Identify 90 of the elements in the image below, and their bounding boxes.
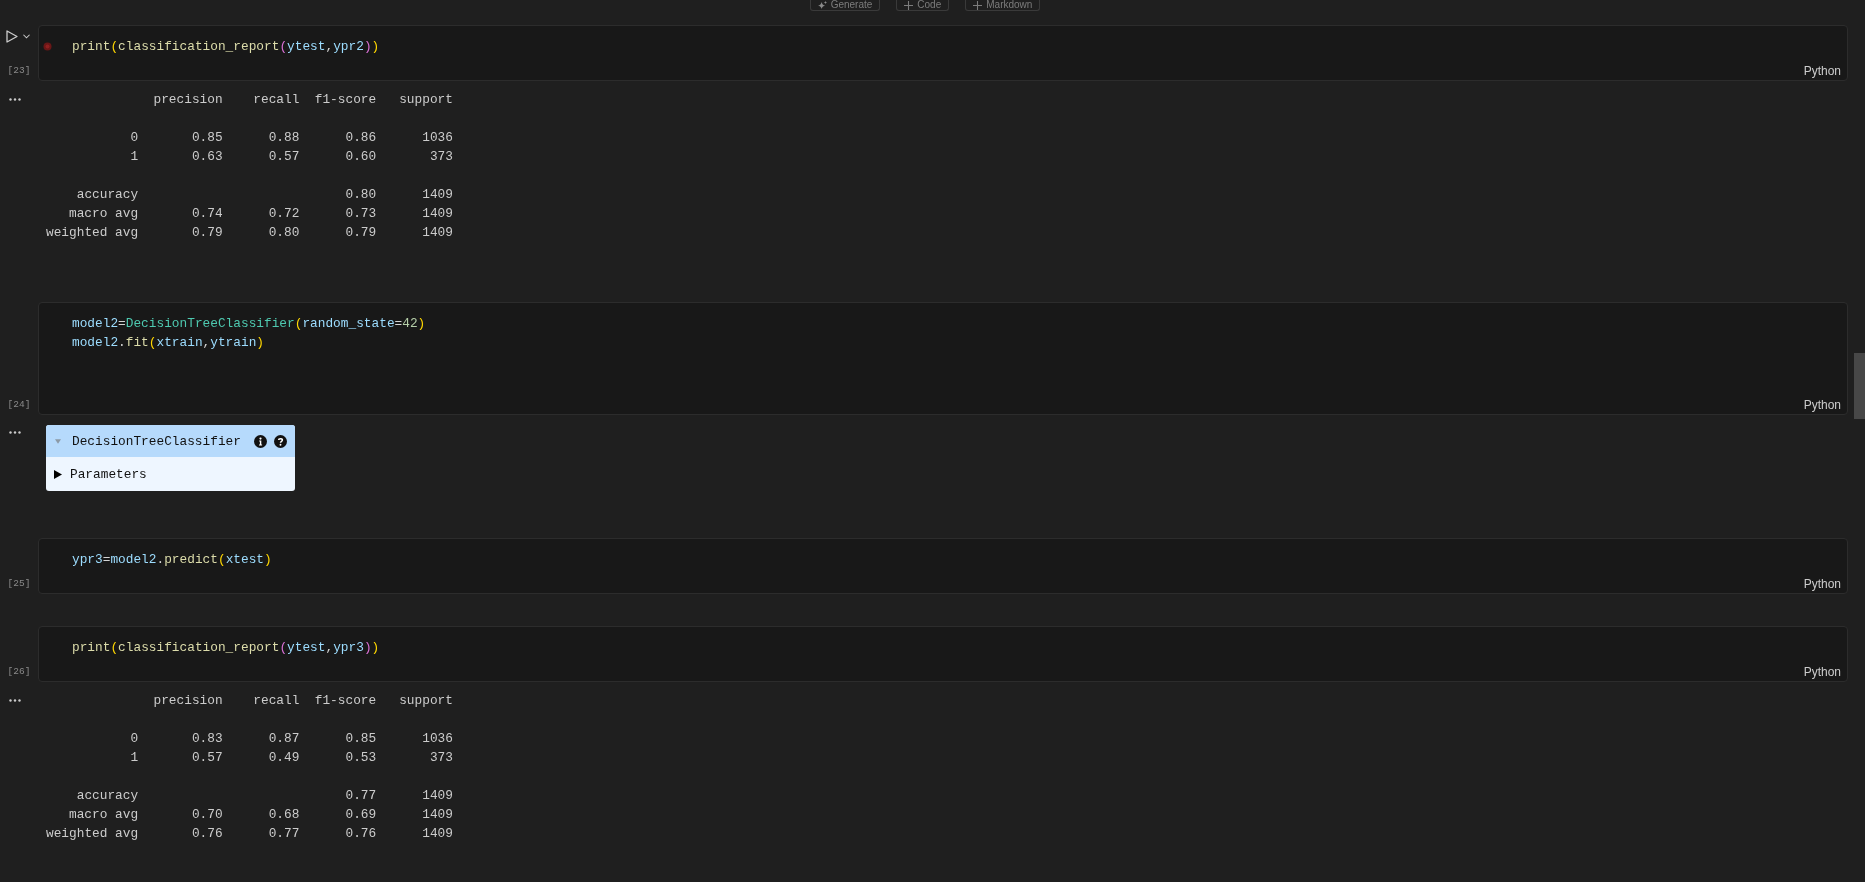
table-cell-text: 0.63 — [191, 148, 223, 166]
table-cell-text: 0.80 — [345, 186, 377, 204]
code-cell[interactable]: ypr3=model2.predict(xtest) Python — [38, 538, 1848, 594]
table-cell-text: 0.68 — [268, 806, 300, 824]
table-cell-text: 0.87 — [268, 730, 300, 748]
code-cell[interactable]: print(classification_report(ytest,ypr2)) Python — [38, 25, 1848, 81]
caret-down-icon — [55, 438, 61, 444]
table-cell-text: 0.85 — [345, 730, 377, 748]
column-header: f1-score — [314, 692, 377, 710]
table-cell-text: 1409 — [422, 825, 453, 843]
column-header: recall — [253, 91, 300, 109]
table-cell-text: 0.85 — [191, 129, 223, 147]
generate-button[interactable]: Generate — [809, 0, 881, 11]
table-cell-text: 0.86 — [345, 129, 377, 147]
add-cell-button[interactable]: Code — [896, 0, 950, 11]
language-label[interactable]: Python — [1803, 577, 1841, 591]
row-label: 1 — [130, 749, 139, 767]
table-cell-text: 0.76 — [191, 825, 223, 843]
table-cell-text: 0.83 — [191, 730, 223, 748]
table-cell-text: 1036 — [422, 730, 453, 748]
table-cell-text: 0.72 — [268, 205, 300, 223]
more-icon[interactable] — [9, 98, 21, 101]
row-label: 1 — [130, 148, 139, 166]
table-cell-text: 0.76 — [345, 825, 377, 843]
code-line: ypr3=model2.predict(xtest) — [72, 551, 272, 569]
row-label: 0 — [130, 730, 139, 748]
table-cell-text: 0.70 — [191, 806, 223, 824]
row-label: accuracy — [76, 186, 139, 204]
table-cell-text: 1409 — [422, 186, 453, 204]
circle-marker-icon[interactable] — [43, 42, 52, 51]
row-label: weighted avg — [46, 224, 139, 242]
table-cell-text: 0.79 — [191, 224, 223, 242]
table-cell-text: 0.73 — [345, 205, 377, 223]
add-cell-button[interactable]: Markdown — [965, 0, 1041, 11]
table-cell-text: 1409 — [422, 205, 453, 223]
table-cell-text: 373 — [429, 749, 453, 767]
table-cell-text: 0.80 — [268, 224, 300, 242]
table-cell-text: 0.57 — [191, 749, 223, 767]
scrollbar-thumb[interactable] — [1854, 353, 1865, 419]
table-cell-text: 0.60 — [345, 148, 377, 166]
run-icon[interactable] — [6, 30, 18, 43]
table-cell-text: 0.77 — [268, 825, 300, 843]
parameters-toggle[interactable]: Parameters — [54, 466, 147, 482]
more-icon[interactable] — [9, 431, 21, 434]
chevron-down-icon[interactable] — [23, 34, 30, 39]
code-cell[interactable]: model2=DecisionTreeClassifier(random_state=42) model2.fit(xtrain,ytrain) Python — [38, 302, 1848, 415]
table-cell-text: 1036 — [422, 129, 453, 147]
plus-icon — [904, 0, 914, 10]
language-label[interactable]: Python — [1803, 665, 1841, 679]
plus-icon — [973, 0, 983, 10]
row-label: macro avg — [69, 806, 139, 824]
info-icon[interactable] — [253, 434, 267, 448]
more-icon[interactable] — [9, 699, 21, 702]
table-cell-text: 0.88 — [268, 129, 300, 147]
column-header: recall — [253, 692, 300, 710]
table-cell-text: 1409 — [422, 224, 453, 242]
estimator-name: DecisionTreeClassifier — [72, 433, 241, 449]
execution-count: [26] — [7, 666, 31, 677]
row-label: 0 — [130, 129, 139, 147]
sparkle-icon — [817, 0, 827, 10]
table-cell-text: 0.49 — [268, 749, 300, 767]
execution-count: [23] — [7, 65, 31, 76]
execution-count: [25] — [7, 578, 31, 589]
help-icon[interactable] — [273, 434, 287, 448]
code-line: model2.fit(xtrain,ytrain) — [72, 334, 265, 352]
column-header: precision — [153, 692, 223, 710]
row-label: macro avg — [69, 205, 139, 223]
row-label: weighted avg — [46, 825, 139, 843]
code-line: model2=DecisionTreeClassifier(random_state=42) — [72, 315, 426, 333]
language-label[interactable]: Python — [1803, 64, 1841, 78]
column-header: precision — [153, 91, 223, 109]
table-cell-text: 0.57 — [268, 148, 300, 166]
table-cell-text: 0.77 — [345, 787, 377, 805]
table-cell-text: 0.69 — [345, 806, 377, 824]
code-line: print(classification_report(ytest,ypr2)) — [72, 38, 380, 56]
table-cell-text: 1409 — [422, 806, 453, 824]
execution-count: [24] — [7, 399, 31, 410]
row-label: accuracy — [76, 787, 139, 805]
table-cell-text: 0.74 — [191, 205, 223, 223]
column-header: support — [399, 91, 453, 109]
table-cell-text: 1409 — [422, 787, 453, 805]
column-header: f1-score — [314, 91, 377, 109]
column-header: support — [399, 692, 453, 710]
language-label[interactable]: Python — [1803, 398, 1841, 412]
code-cell[interactable]: print(classification_report(ytest,ypr3)) Python — [38, 626, 1848, 682]
estimator-header[interactable]: DecisionTreeClassifier — [46, 425, 295, 457]
code-line: print(classification_report(ytest,ypr3)) — [72, 639, 380, 657]
table-cell-text: 0.53 — [345, 749, 377, 767]
table-cell-text: 0.79 — [345, 224, 377, 242]
table-cell-text: 373 — [429, 148, 453, 166]
